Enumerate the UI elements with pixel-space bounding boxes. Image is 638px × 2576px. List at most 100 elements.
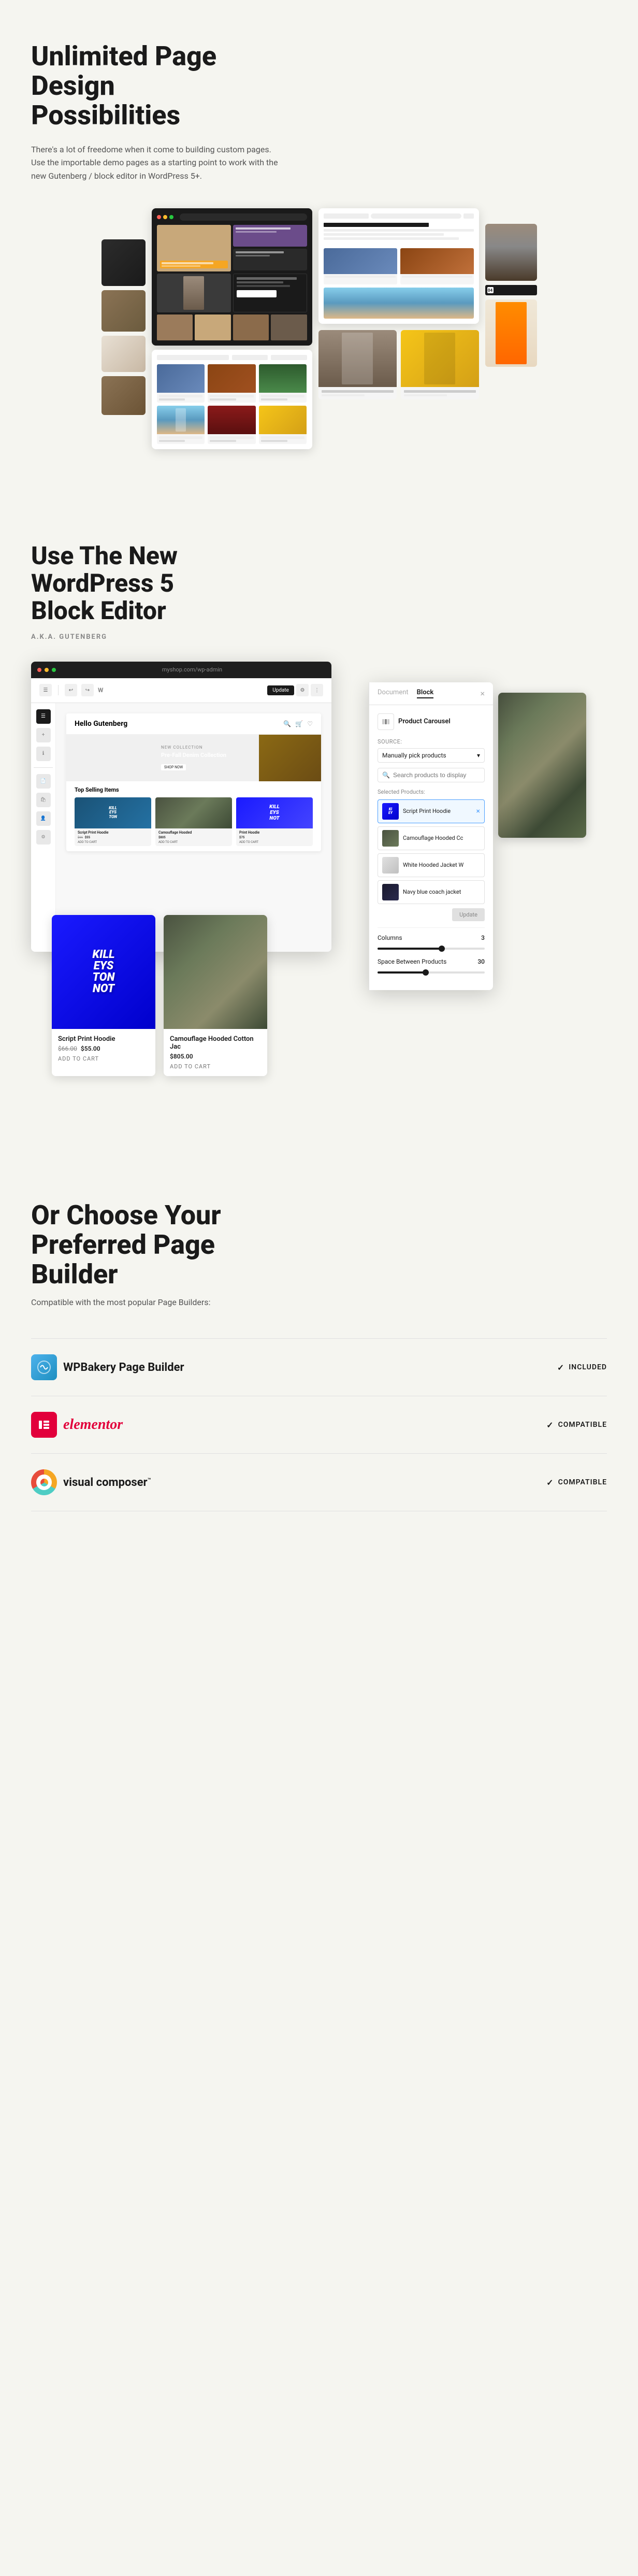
product-item-camo[interactable]: Camouflage Hooded Cc <box>378 826 485 850</box>
hero-model-img <box>157 225 231 271</box>
product-showcase-bottom <box>318 330 479 399</box>
canvas-product-1-price: $66 $55 <box>78 836 148 839</box>
sidebar-settings-icon[interactable]: ⚙ <box>36 830 51 845</box>
elementor-logo: elementor <box>31 1412 123 1438</box>
thumb-item-1 <box>102 336 146 372</box>
sidebar-info-icon[interactable]: ℹ <box>36 747 51 761</box>
camo-price: $805 <box>158 836 166 839</box>
editor-left-sidebar: ☰ + ℹ 📄 🛍 👤 ⚙ <box>31 703 56 952</box>
editor-toolbar[interactable]: ☰ ↩ ↪ W Update ⚙ ⋮ <box>31 678 331 703</box>
thumb-shoes-2 <box>102 290 146 332</box>
hoodie-big-text: KILLEYSTONNOT <box>88 945 119 999</box>
close-dot <box>37 668 41 672</box>
canvas-product-1: KILLEYSTON Script Print Hoodie $66 $55 <box>75 797 151 846</box>
remove-script-button[interactable]: × <box>476 807 480 815</box>
product-item-white[interactable]: White Hooded Jacket W <box>378 853 485 877</box>
tab-block[interactable]: Block <box>417 689 434 698</box>
sidebar-block-icon[interactable]: + <box>36 728 51 742</box>
elementor-logo-icon <box>31 1412 57 1438</box>
section1-description: There's a lot of freedome when it come t… <box>31 143 280 183</box>
visualcomposer-name: visual composer™ <box>63 1476 151 1489</box>
fashion-light-website <box>152 350 312 449</box>
space-slider-track[interactable] <box>378 971 485 974</box>
canvas-product-1-info: Script Print Hoodie $66 $55 ADD TO CART <box>75 828 151 846</box>
product-item-script[interactable]: KIEY Script Print Hoodie × <box>378 799 485 823</box>
block-panel[interactable]: Document Block × Product Carousel <box>369 682 493 990</box>
thumb-shoes-1 <box>102 239 146 286</box>
elementor-badge: ✓ COMPATIBLE <box>546 1420 607 1430</box>
undo-button[interactable]: ↩ <box>65 684 77 696</box>
sidebar-shop-icon[interactable]: 🛍 <box>36 793 51 807</box>
camo-hoodie-big-price: $805.00 <box>170 1053 261 1060</box>
script-old-price: $66.00 <box>58 1045 77 1052</box>
chevron-down-icon: ▾ <box>477 752 480 759</box>
selected-products-label: Selected Products: <box>378 789 485 795</box>
editor-showcase: myshop.com/wp-admin ☰ ↩ ↪ W Update ⚙ ⋮ ☰ <box>31 662 607 1035</box>
tab-document[interactable]: Document <box>378 689 409 698</box>
sidebar-pages-icon[interactable]: 📄 <box>36 774 51 789</box>
canvas-top-selling-section: Top Selling Items KILLEYSTON Script Prin… <box>66 781 321 851</box>
sidebar-nav-icon[interactable]: ☰ <box>36 709 51 724</box>
columns-slider-track[interactable] <box>378 948 485 950</box>
space-label: Space Between Products <box>378 958 446 965</box>
section2-title: Use The New WordPress 5 Block Editor <box>31 542 228 624</box>
settings-button[interactable]: ⚙ <box>296 684 309 696</box>
canvas-add-cart-2[interactable]: ADD TO CART <box>158 840 229 844</box>
light-store-website <box>318 208 479 324</box>
script-hoodie-big-name: Script Print Hoodie <box>58 1035 149 1043</box>
editor-body: ☰ + ℹ 📄 🛍 👤 ⚙ Hello Gutenberg <box>31 703 331 952</box>
model-img-2 <box>401 330 479 387</box>
address-bar <box>180 213 307 221</box>
more-button[interactable]: ⋮ <box>311 684 323 696</box>
carousel-icon <box>382 718 390 726</box>
script-hoodie-big-img: KILLEYSTONNOT <box>52 915 155 1029</box>
right-camo-product <box>498 693 586 838</box>
gallery-right-strip: 04 <box>485 224 537 367</box>
sidebar-user-icon[interactable]: 👤 <box>36 811 51 826</box>
canvas-print-text: KILLEYSNOT <box>267 802 282 823</box>
section-design: Unlimited Page Design Possibilities Ther… <box>0 0 638 501</box>
canvas-cta-btn[interactable]: SHOP NOW <box>161 764 186 770</box>
panel-close-button[interactable]: × <box>480 689 485 698</box>
gutenberg-editor-mock[interactable]: myshop.com/wp-admin ☰ ↩ ↪ W Update ⚙ ⋮ ☰ <box>31 662 331 952</box>
source-select[interactable]: Manually pick products ▾ <box>378 748 485 763</box>
wpbakery-badge-text: INCLUDED <box>569 1363 607 1371</box>
max-dot <box>52 668 56 672</box>
model-img-1 <box>318 330 397 387</box>
source-label: Source: <box>378 738 485 745</box>
camo-add-cart[interactable]: ADD TO CART <box>170 1063 261 1070</box>
canvas-hero-content: NEW COLLECTION Pre-Fall Denim Collection… <box>153 737 235 779</box>
script-add-cart[interactable]: ADD TO CART <box>58 1055 149 1062</box>
camo-big-img <box>164 915 267 1029</box>
section-builders: Or Choose Your Preferred Page Builder Co… <box>0 1149 638 1553</box>
product-search[interactable]: 🔍 <box>378 768 485 782</box>
script-hoodie-thumb: KIEY <box>382 803 399 820</box>
space-slider-thumb[interactable] <box>423 969 429 976</box>
canvas-product-2-price: $805 <box>158 836 229 839</box>
redo-button[interactable]: ↪ <box>81 684 94 696</box>
wpbakery-logo: WPBakery Page Builder <box>31 1354 184 1380</box>
columns-slider-fill <box>378 948 442 950</box>
camo-hoodie-name: Camouflage Hooded Cc <box>403 835 480 841</box>
update-button[interactable]: Update <box>267 685 294 695</box>
script-new-price: $55.00 <box>81 1045 100 1052</box>
canvas-add-cart-1[interactable]: ADD TO CART <box>78 840 148 844</box>
camo-hoodie-big-name: Camouflage Hooded Cotton Jac <box>170 1035 261 1051</box>
elementor-badge-text: COMPATIBLE <box>558 1421 607 1429</box>
search-icon: 🔍 <box>382 771 390 779</box>
visualcomposer-logo-icon <box>31 1469 57 1495</box>
canvas-add-cart-3[interactable]: ADD TO CART <box>239 840 310 844</box>
canvas-products-row: KILLEYSTON Script Print Hoodie $66 $55 <box>75 797 313 846</box>
builder-visualcomposer: visual composer™ ✓ COMPATIBLE <box>31 1454 607 1511</box>
search-input[interactable] <box>393 771 480 779</box>
model-photo-2 <box>157 274 231 312</box>
product-item-navy[interactable]: Navy blue coach jacket <box>378 880 485 904</box>
canvas-product-3-info: Print Hoodie $75 ADD TO CART <box>236 828 313 846</box>
menu-button[interactable]: ☰ <box>39 684 52 696</box>
camo-hoodie-info: Camouflage Hooded Cotton Jac $805.00 ADD… <box>164 1029 267 1076</box>
vc-check-icon: ✓ <box>546 1478 554 1487</box>
update-panel-button[interactable]: Update <box>452 908 485 921</box>
canvas-hoodie-text: KILLEYSTON <box>107 804 119 822</box>
panel-tabs: Document Block <box>378 689 433 698</box>
columns-slider-thumb[interactable] <box>439 946 445 952</box>
